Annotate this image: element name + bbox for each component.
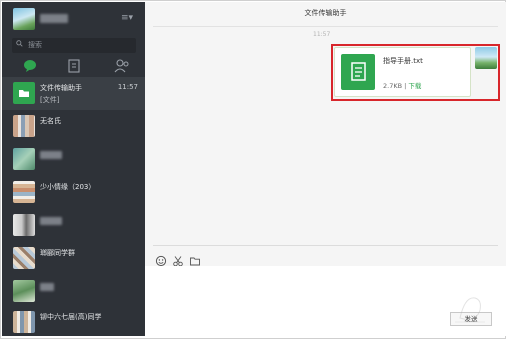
- chat-item[interactable]: 铆中六七届(高)同学: [2, 306, 145, 336]
- tab-contacts[interactable]: [112, 57, 132, 75]
- chat-item-file-transfer[interactable]: 文件传输助手 [文件] 11:57: [2, 77, 145, 110]
- chat-header: 文件传输助手: [145, 2, 506, 26]
- page-title: 文件传输助手: [304, 9, 347, 17]
- avatar: [13, 148, 35, 170]
- chat-time: 11:57: [117, 83, 138, 91]
- search-icon: [16, 40, 23, 47]
- avatar: [13, 311, 35, 333]
- chat-item[interactable]: 无名氏: [2, 110, 145, 143]
- chat-item[interactable]: [2, 209, 145, 242]
- chat-preview: [文件]: [40, 96, 60, 104]
- tab-favorites[interactable]: [64, 57, 84, 75]
- chat-name: 无名氏: [40, 117, 61, 125]
- contacts-icon: [114, 59, 129, 73]
- chat-panel: 文件传输助手 11:57 指导手册.txt 2.7KB | 下载 发送: [145, 2, 506, 336]
- sidebar-tabs: [2, 57, 145, 75]
- profile-row: ≡▾: [2, 2, 145, 34]
- highlight-box: [331, 44, 500, 101]
- chat-name: [40, 151, 62, 159]
- avatar: [13, 181, 35, 203]
- chat-name: 少小情缘（203）: [40, 183, 96, 191]
- menu-icon[interactable]: ≡▾: [121, 13, 133, 23]
- folder-icon: [13, 82, 35, 104]
- send-file-button[interactable]: [189, 252, 201, 266]
- app-window: ≡▾ 搜索 文件传输助手 [文件] 11:57 无名氏 少小情缘（203） 瑯郦…: [0, 0, 506, 339]
- sidebar: ≡▾ 搜索 文件传输助手 [文件] 11:57 无名氏 少小情缘（203） 瑯郦…: [2, 2, 145, 336]
- search-input[interactable]: 搜索: [12, 38, 136, 53]
- chat-name: [40, 217, 62, 225]
- tab-chats[interactable]: [20, 57, 40, 75]
- my-profile-avatar[interactable]: [13, 8, 35, 30]
- chat-name: 瑯郦同学群: [40, 249, 75, 257]
- article-icon: [68, 59, 80, 73]
- divider: [153, 26, 498, 27]
- divider: [153, 245, 498, 246]
- avatar: [13, 247, 35, 269]
- chat-item[interactable]: 瑯郦同学群: [2, 242, 145, 275]
- chat-item[interactable]: [2, 275, 145, 308]
- search-placeholder: 搜索: [28, 41, 42, 49]
- chat-name: 文件传输助手: [40, 84, 82, 92]
- chat-item[interactable]: 少小情缘（203）: [2, 176, 145, 209]
- chat-name: [40, 283, 54, 291]
- watermark-icon: [455, 297, 485, 323]
- my-profile-name: [40, 14, 68, 23]
- emoji-button[interactable]: [155, 252, 167, 267]
- screenshot-button[interactable]: [172, 252, 184, 267]
- message-timestamp: 11:57: [313, 31, 331, 38]
- avatar: [13, 280, 35, 302]
- chat-bubble-icon: [24, 60, 36, 72]
- avatar: [13, 214, 35, 236]
- chat-item[interactable]: [2, 143, 145, 176]
- chat-name: 铆中六七届(高)同学: [40, 313, 102, 321]
- avatar: [13, 115, 35, 137]
